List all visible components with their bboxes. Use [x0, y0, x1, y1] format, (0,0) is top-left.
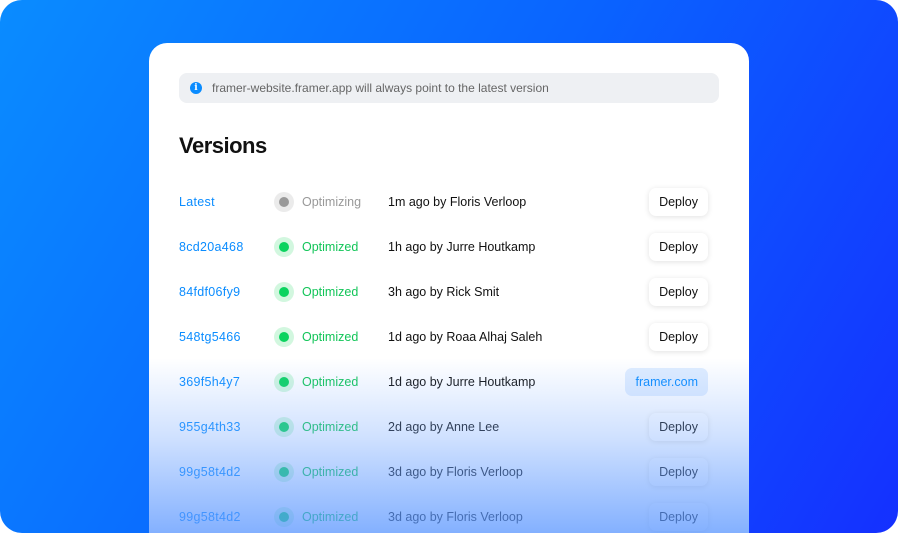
- version-id-link[interactable]: 99g58t4d2: [179, 465, 241, 479]
- deploy-button[interactable]: Deploy: [649, 278, 708, 306]
- version-meta: 3d ago by Floris Verloop: [388, 510, 523, 524]
- version-id-link[interactable]: 955g4th33: [179, 420, 241, 434]
- status-label: Optimized: [302, 510, 359, 524]
- deploy-button[interactable]: Deploy: [649, 413, 708, 441]
- version-row: 99g58t4d2 Optimized 3d ago by Floris Ver…: [149, 501, 749, 533]
- status-dot-icon: [274, 282, 294, 302]
- version-meta: 2d ago by Anne Lee: [388, 420, 500, 434]
- status-dot-icon: [274, 462, 294, 482]
- versions-panel: i framer-website.framer.app will always …: [149, 43, 749, 533]
- status-dot-icon: [274, 327, 294, 347]
- deploy-button[interactable]: Deploy: [649, 458, 708, 486]
- status-dot-icon: [274, 372, 294, 392]
- info-icon: i: [190, 82, 202, 94]
- version-row: 8cd20a468 Optimized 1h ago by Jurre Hout…: [149, 231, 749, 263]
- info-text: framer-website.framer.app will always po…: [212, 81, 549, 95]
- version-meta: 1d ago by Jurre Houtkamp: [388, 375, 536, 389]
- version-meta: 3d ago by Floris Verloop: [388, 465, 523, 479]
- version-row: 84fdf06fy9 Optimized 3h ago by Rick Smit…: [149, 276, 749, 308]
- status-dot-icon: [274, 237, 294, 257]
- version-row: 548tg5466 Optimized 1d ago by Roaa Alhaj…: [149, 321, 749, 353]
- version-id-link[interactable]: Latest: [179, 195, 215, 209]
- version-row: Latest Optimizing 1m ago by Floris Verlo…: [149, 186, 749, 218]
- version-meta: 1h ago by Jurre Houtkamp: [388, 240, 536, 254]
- status-label: Optimized: [302, 240, 359, 254]
- status-dot-icon: [274, 507, 294, 527]
- deploy-button[interactable]: Deploy: [649, 503, 708, 531]
- deploy-button[interactable]: Deploy: [649, 323, 708, 351]
- version-id-link[interactable]: 84fdf06fy9: [179, 285, 240, 299]
- info-banner: i framer-website.framer.app will always …: [179, 73, 719, 103]
- version-row: 369f5h4y7 Optimized 1d ago by Jurre Hout…: [149, 366, 749, 398]
- deploy-button[interactable]: Deploy: [649, 188, 708, 216]
- version-meta: 1m ago by Floris Verloop: [388, 195, 527, 209]
- status-label: Optimizing: [302, 195, 362, 209]
- version-id-link[interactable]: 548tg5466: [179, 330, 241, 344]
- version-id-link[interactable]: 369f5h4y7: [179, 375, 240, 389]
- background: i framer-website.framer.app will always …: [0, 0, 898, 533]
- version-id-link[interactable]: 99g58t4d2: [179, 510, 241, 524]
- version-meta: 3h ago by Rick Smit: [388, 285, 500, 299]
- version-meta: 1d ago by Roaa Alhaj Saleh: [388, 330, 543, 344]
- status-label: Optimized: [302, 330, 359, 344]
- version-row: 99g58t4d2 Optimized 3d ago by Floris Ver…: [149, 456, 749, 488]
- status-dot-icon: [274, 192, 294, 212]
- version-id-link[interactable]: 8cd20a468: [179, 240, 244, 254]
- status-label: Optimized: [302, 465, 359, 479]
- status-label: Optimized: [302, 285, 359, 299]
- deploy-button[interactable]: Deploy: [649, 233, 708, 261]
- page-title: Versions: [179, 133, 267, 158]
- status-label: Optimized: [302, 375, 359, 389]
- status-label: Optimized: [302, 420, 359, 434]
- version-row: 955g4th33 Optimized 2d ago by Anne Lee D…: [149, 411, 749, 443]
- domain-link-button[interactable]: framer.com: [625, 368, 708, 396]
- status-dot-icon: [274, 417, 294, 437]
